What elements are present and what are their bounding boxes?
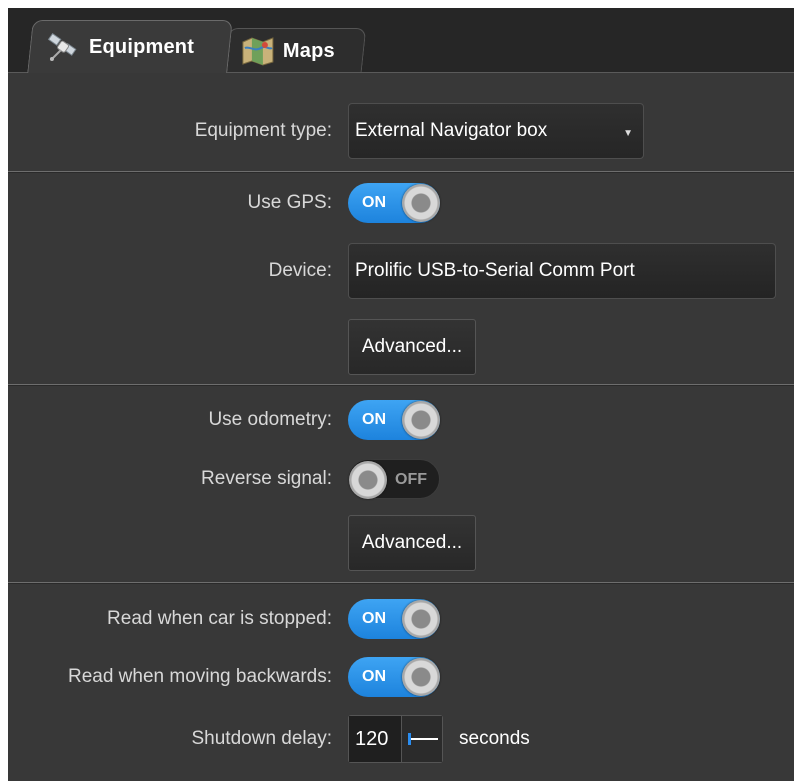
read-backwards-label: Read when moving backwards:: [67, 666, 332, 687]
gps-advanced-row: Advanced...: [8, 319, 794, 375]
divider: [8, 384, 794, 386]
toggle-knob: [402, 184, 440, 222]
divider: [8, 171, 794, 173]
shutdown-delay-slider[interactable]: [401, 716, 442, 762]
reverse-signal-label: Reverse signal:: [201, 468, 332, 489]
read-backwards-toggle[interactable]: ON: [348, 657, 440, 697]
toggle-state-text: ON: [362, 610, 386, 627]
device-value: Prolific USB-to-Serial Comm Port: [355, 260, 635, 281]
toggle-knob: [402, 600, 440, 638]
use-odometry-label: Use odometry:: [208, 409, 332, 430]
shutdown-delay-unit: seconds: [459, 728, 530, 749]
equipment-type-value: External Navigator box: [355, 120, 548, 141]
read-stopped-label: Read when car is stopped:: [107, 608, 332, 629]
use-gps-toggle[interactable]: ON: [348, 183, 440, 223]
toggle-knob: [402, 658, 440, 696]
use-gps-label: Use GPS:: [247, 192, 332, 213]
satellite-icon: [47, 32, 81, 62]
toggle-state-text: ON: [362, 668, 386, 685]
use-odometry-toggle[interactable]: ON: [348, 400, 440, 440]
device-field[interactable]: Prolific USB-to-Serial Comm Port: [348, 243, 776, 299]
reverse-signal-toggle[interactable]: OFF: [348, 459, 440, 499]
tab-maps-label: Maps: [282, 39, 335, 61]
equipment-type-label: Equipment type:: [194, 120, 332, 141]
toggle-state-text: ON: [362, 411, 386, 428]
equipment-type-dropdown[interactable]: External Navigator box ▼: [348, 103, 644, 159]
shutdown-delay-spinner: 120: [348, 715, 443, 763]
tab-equipment-label: Equipment: [88, 35, 195, 58]
tab-equipment[interactable]: Equipment: [27, 20, 233, 73]
toggle-state-text: OFF: [395, 471, 427, 488]
read-backwards-row: Read when moving backwards: ON: [8, 655, 794, 699]
use-gps-row: Use GPS: ON: [8, 181, 794, 225]
slider-track: [408, 738, 438, 740]
shutdown-delay-label: Shutdown delay:: [191, 728, 333, 749]
toggle-knob: [349, 461, 387, 499]
use-odometry-row: Use odometry: ON: [8, 398, 794, 442]
read-stopped-toggle[interactable]: ON: [348, 599, 440, 639]
odometry-advanced-button[interactable]: Advanced...: [348, 515, 476, 571]
divider: [8, 582, 794, 584]
read-stopped-row: Read when car is stopped: ON: [8, 597, 794, 641]
chevron-down-icon: ▼: [623, 128, 633, 139]
shutdown-delay-row: Shutdown delay: 120 seconds: [8, 715, 794, 763]
toggle-state-text: ON: [362, 194, 386, 211]
tab-maps[interactable]: Maps: [223, 28, 367, 72]
slider-thumb[interactable]: [408, 733, 411, 745]
device-row: Device: Prolific USB-to-Serial Comm Port: [8, 243, 794, 299]
reverse-signal-row: Reverse signal: OFF: [8, 457, 794, 501]
toggle-knob: [402, 401, 440, 439]
shutdown-delay-input[interactable]: 120: [349, 716, 401, 762]
gps-advanced-button[interactable]: Advanced...: [348, 319, 476, 375]
equipment-panel: Equipment type: External Navigator box ▼…: [8, 72, 794, 781]
device-label: Device:: [268, 260, 332, 281]
odometry-advanced-row: Advanced...: [8, 515, 794, 571]
map-icon: [241, 36, 275, 66]
settings-window: Maps Equipment Equipment type: External …: [0, 0, 794, 781]
equipment-type-row: Equipment type: External Navigator box ▼: [8, 103, 794, 159]
